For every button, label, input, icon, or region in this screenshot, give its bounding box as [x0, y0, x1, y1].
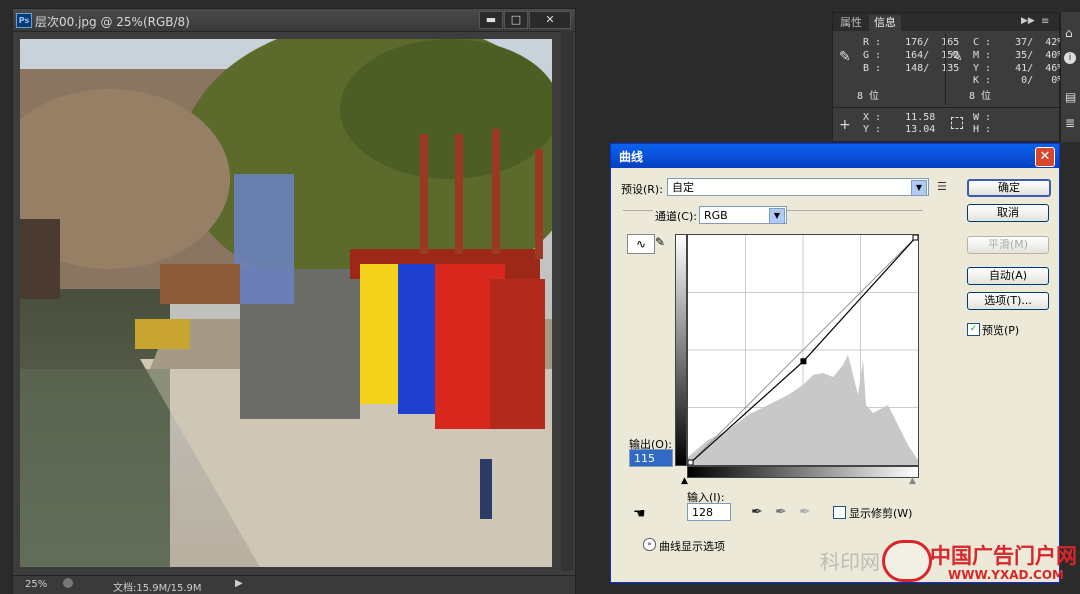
watermark: 科印网 中国广告门户网 WWW.YXAD.COM	[820, 538, 1080, 590]
ok-button[interactable]: 确定	[967, 179, 1051, 197]
chevron-down-icon[interactable]: »	[643, 538, 656, 551]
watermark-left-text: 科印网	[820, 550, 880, 574]
tool-icon[interactable]: ▤	[1065, 90, 1076, 104]
preset-select[interactable]: 自定 ▼	[667, 178, 929, 196]
white-point-slider[interactable]: ▲	[909, 476, 916, 486]
info-panel-tabs: 属性 信息 ▶▶ ≡	[833, 13, 1059, 31]
selection-icon	[951, 117, 963, 129]
status-info-icon[interactable]	[63, 578, 73, 588]
info-bit-left: 8 位	[857, 91, 880, 102]
curves-graph[interactable]	[687, 234, 919, 466]
channel-value: RGB	[704, 209, 728, 222]
chevron-down-icon: ▼	[769, 208, 785, 224]
panel-collapse-icon[interactable]: ▶▶	[1021, 16, 1035, 26]
input-gradient-bar	[687, 466, 919, 478]
options-button[interactable]: 选项(T)...	[967, 292, 1049, 310]
hand-icon[interactable]: ☚	[633, 506, 646, 522]
preset-value: 自定	[672, 181, 694, 194]
tool-icon[interactable]: ≣	[1065, 116, 1075, 130]
watermark-url: WWW.YXAD.COM	[948, 568, 1064, 582]
tab-info[interactable]: 信息	[869, 15, 901, 31]
show-clipping-label: 显示修剪(W)	[849, 507, 913, 520]
info-k: K : 0/ 0%	[973, 75, 1064, 86]
preset-menu-icon[interactable]: ☰	[937, 180, 947, 193]
crosshair-icon: +	[839, 117, 851, 133]
input-field[interactable]: 128	[687, 503, 731, 521]
info-m: M : 35/ 40%	[973, 50, 1064, 61]
info-h: H :	[973, 124, 992, 135]
divider	[833, 107, 1059, 108]
preview-checkbox[interactable]: ✓	[967, 323, 980, 336]
document-titlebar[interactable]: Ps 层次00.jpg @ 25%(RGB/8) ▬ □ ✕	[13, 9, 575, 32]
document-title: 层次00.jpg @ 25%(RGB/8)	[35, 15, 190, 29]
display-options-toggle[interactable]: 曲线显示选项	[659, 538, 725, 554]
channel-select[interactable]: RGB ▼	[699, 206, 787, 224]
document-window: Ps 层次00.jpg @ 25%(RGB/8) ▬ □ ✕ 25% 文档:15…	[12, 8, 576, 594]
info-circle-icon[interactable]: i	[1064, 52, 1076, 64]
info-x: X : 11.58	[863, 112, 936, 123]
show-clipping-checkbox[interactable]	[833, 506, 846, 519]
divider	[945, 33, 946, 105]
image-canvas[interactable]	[20, 39, 552, 567]
tool-icon[interactable]: ⌂	[1065, 26, 1073, 40]
eyedropper-icon: ✎	[951, 49, 963, 65]
maximize-icon[interactable]: □	[504, 11, 528, 29]
black-eyedropper-icon[interactable]: ✒	[751, 504, 763, 520]
curve-control-point[interactable]	[912, 234, 919, 241]
tab-properties[interactable]: 属性	[835, 15, 867, 31]
smooth-button[interactable]: 平滑(M)	[967, 236, 1049, 254]
curve-control-point[interactable]	[800, 358, 807, 365]
info-y-coord: Y : 13.04	[863, 124, 936, 135]
channel-label: 通道(C):	[653, 208, 699, 224]
curve-plot[interactable]	[687, 234, 919, 466]
vertical-scrollbar[interactable]	[561, 31, 573, 571]
white-eyedropper-icon[interactable]: ✒	[799, 504, 811, 520]
info-panel: 属性 信息 ▶▶ ≡ ✎ R : 176/ 165 G : 164/ 152 B…	[832, 12, 1064, 142]
curves-titlebar[interactable]: 曲线 ✕	[611, 144, 1059, 168]
ps-logo-icon: Ps	[16, 13, 32, 28]
auto-button[interactable]: 自动(A)	[967, 267, 1049, 285]
status-arrow-icon[interactable]: ▶	[235, 578, 243, 589]
panel-menu-icon[interactable]: ≡	[1041, 16, 1049, 27]
info-w: W :	[973, 112, 992, 123]
info-bit-right: 8 位	[969, 91, 992, 102]
preview-label: 预览(P)	[982, 324, 1020, 337]
output-gradient-bar	[675, 234, 687, 466]
eyedropper-icon: ✎	[839, 49, 851, 65]
cancel-button[interactable]: 取消	[967, 204, 1049, 222]
dialog-title: 曲线	[619, 150, 644, 164]
gray-eyedropper-icon[interactable]: ✒	[775, 504, 787, 520]
curve-icon[interactable]: ∿	[627, 234, 655, 254]
pencil-icon[interactable]: ✎	[655, 235, 665, 249]
info-c: C : 37/ 42%	[973, 37, 1064, 48]
curves-dialog: 曲线 ✕ 预设(R): 自定 ▼ ☰ 通道(C): RGB ▼ ∿ ✎ ▲ ▲ …	[610, 143, 1060, 583]
zoom-level[interactable]: 25%	[25, 579, 47, 590]
close-icon[interactable]: ✕	[529, 11, 571, 29]
preset-label: 预设(R):	[621, 183, 663, 196]
info-y: Y : 41/ 46%	[973, 63, 1064, 74]
output-field[interactable]: 115	[629, 449, 673, 467]
watermark-logo-icon	[882, 540, 932, 582]
close-icon[interactable]: ✕	[1035, 147, 1055, 167]
photo-summer-palace-street	[20, 39, 552, 567]
black-point-slider[interactable]: ▲	[681, 476, 688, 486]
watermark-brand: 中国广告门户网	[930, 543, 1077, 568]
right-tool-strip: ⌂ i ▤ ≣	[1060, 12, 1080, 142]
curve-control-point[interactable]	[687, 459, 694, 466]
chevron-down-icon: ▼	[911, 180, 927, 196]
minimize-icon[interactable]: ▬	[479, 11, 503, 29]
status-bar: 25% 文档:15.9M/15.9M ▶	[13, 575, 575, 594]
